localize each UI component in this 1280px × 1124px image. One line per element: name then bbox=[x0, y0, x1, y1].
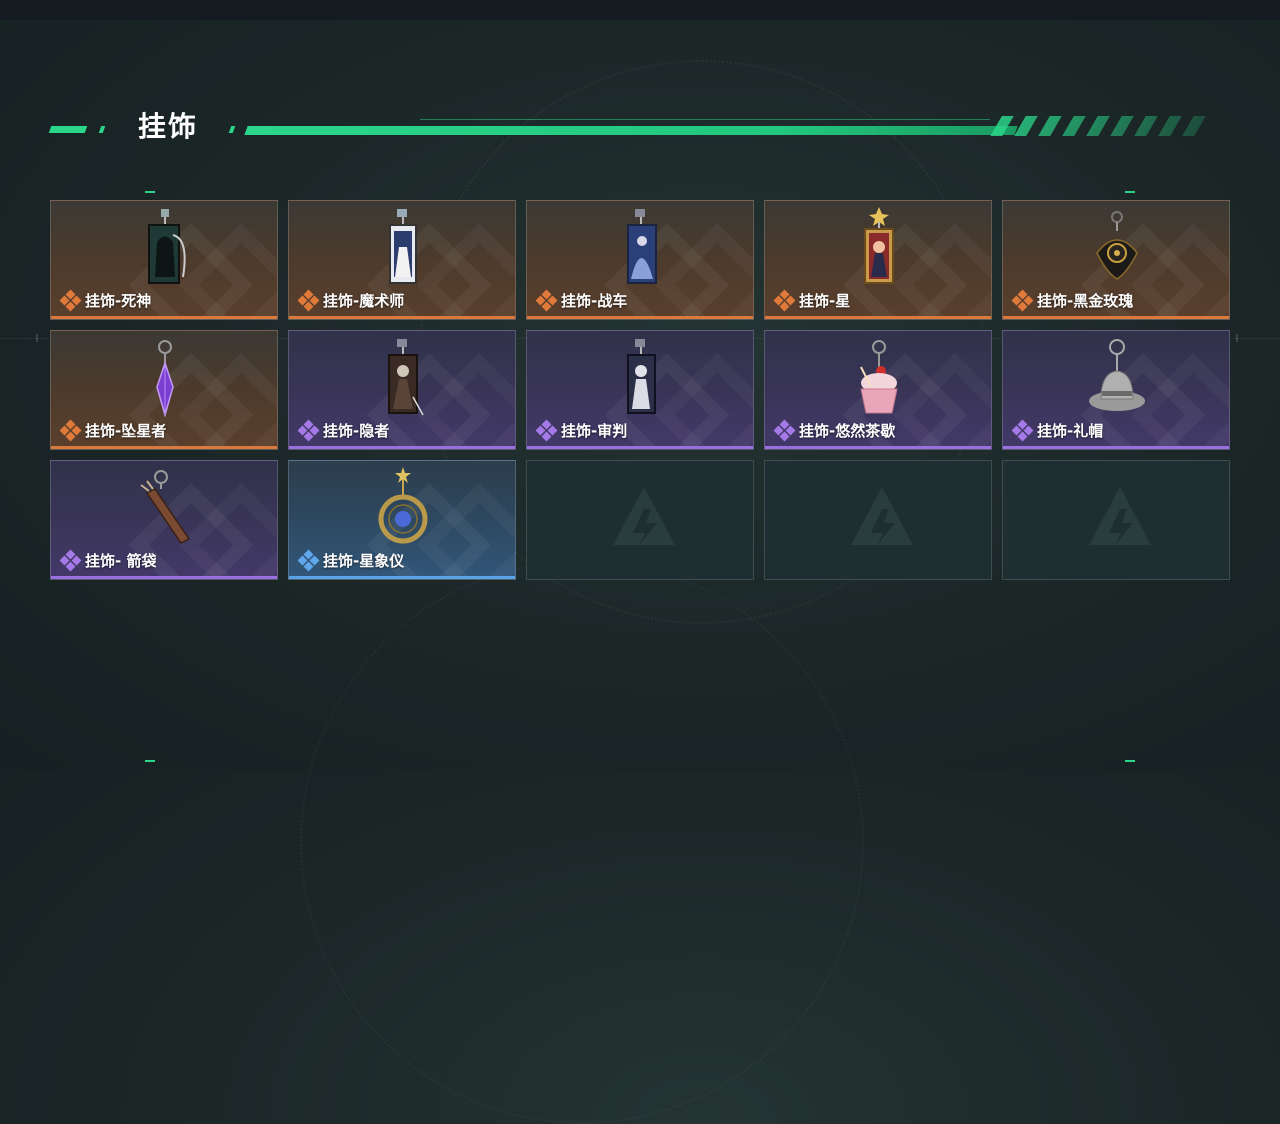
quiver-icon bbox=[140, 470, 191, 544]
edge-marker bbox=[36, 334, 46, 342]
header-thin-line bbox=[420, 119, 990, 120]
empty-slot-logo-icon bbox=[1089, 487, 1151, 545]
rarity-diamond-icon bbox=[59, 549, 82, 571]
charm-label: 挂饰-死神 bbox=[85, 292, 152, 310]
top-bar bbox=[0, 0, 1280, 20]
rarity-underline bbox=[51, 576, 277, 579]
rarity-diamond-icon bbox=[535, 289, 558, 311]
charm-card[interactable]: 挂饰-隐者 bbox=[288, 330, 516, 450]
rarity-diamond-icon bbox=[297, 289, 320, 311]
rarity-underline bbox=[527, 316, 753, 319]
judgement-card-icon bbox=[627, 339, 656, 414]
reaper-card-icon bbox=[148, 209, 186, 284]
rarity-diamond-icon bbox=[773, 419, 796, 441]
rarity-diamond-icon bbox=[59, 289, 82, 311]
astrolabe-icon bbox=[378, 467, 428, 544]
charm-label: 挂饰-黑金玫瑰 bbox=[1037, 292, 1134, 310]
charm-card[interactable]: 挂饰-坠星者 bbox=[50, 330, 278, 450]
charm-card[interactable]: 挂饰-死神 bbox=[50, 200, 278, 320]
section-header: 挂饰 bbox=[48, 108, 1212, 148]
charm-label: 挂饰-隐者 bbox=[323, 422, 390, 440]
edge-marker bbox=[1236, 334, 1246, 342]
corner-tick bbox=[145, 191, 155, 193]
purple-crystal-icon bbox=[156, 340, 174, 417]
header-accent-bar bbox=[228, 126, 236, 133]
rarity-diamond-icon bbox=[1011, 419, 1034, 441]
rarity-diamond-icon bbox=[297, 549, 320, 571]
cupcake-icon bbox=[860, 340, 898, 414]
rarity-underline bbox=[51, 446, 277, 449]
charm-card[interactable]: 挂饰-战车 bbox=[526, 200, 754, 320]
header-checker-pattern bbox=[990, 116, 1212, 136]
charm-label: 挂饰-战车 bbox=[561, 292, 628, 310]
rarity-diamond-icon bbox=[773, 289, 796, 311]
rarity-diamond-icon bbox=[59, 419, 82, 441]
charm-label: 挂饰- 箭袋 bbox=[85, 552, 157, 570]
rarity-underline bbox=[527, 446, 753, 449]
rarity-underline bbox=[765, 316, 991, 319]
corner-tick bbox=[1125, 760, 1135, 762]
empty-slot[interactable] bbox=[764, 460, 992, 580]
rarity-diamond-icon bbox=[1011, 289, 1034, 311]
star-card-icon bbox=[864, 207, 894, 284]
charm-label: 挂饰-悠然茶歇 bbox=[799, 422, 896, 440]
rarity-underline bbox=[289, 576, 515, 579]
charm-card[interactable]: 挂饰-星 bbox=[764, 200, 992, 320]
corner-tick bbox=[145, 760, 155, 762]
empty-slot[interactable] bbox=[1002, 460, 1230, 580]
charm-label: 挂饰-魔术师 bbox=[323, 292, 405, 310]
charm-card[interactable]: 挂饰-礼帽 bbox=[1002, 330, 1230, 450]
rarity-diamond-icon bbox=[535, 419, 558, 441]
empty-slot[interactable] bbox=[526, 460, 754, 580]
charm-label: 挂饰-坠星者 bbox=[85, 422, 167, 440]
rarity-underline bbox=[1003, 446, 1229, 449]
rarity-underline bbox=[51, 316, 277, 319]
page-title: 挂饰 bbox=[138, 110, 199, 143]
rarity-underline bbox=[289, 446, 515, 449]
header-accent-bar bbox=[48, 126, 88, 133]
charm-card[interactable]: 挂饰-魔术师 bbox=[288, 200, 516, 320]
chariot-card-icon bbox=[627, 209, 657, 284]
charm-card[interactable]: 挂饰- 箭袋 bbox=[50, 460, 278, 580]
charm-label: 挂饰-审判 bbox=[561, 422, 628, 440]
header-long-bar bbox=[244, 126, 1018, 135]
fedora-hat-icon bbox=[1089, 339, 1145, 411]
charm-grid: 挂饰-死神 挂饰-魔术师 挂饰-战车 挂饰-星 挂饰-黑金玫瑰 挂饰-坠星者 挂… bbox=[50, 200, 1230, 580]
charm-label: 挂饰-星象仪 bbox=[323, 552, 405, 570]
empty-slot-logo-icon bbox=[613, 487, 675, 545]
charm-card[interactable]: 挂饰-星象仪 bbox=[288, 460, 516, 580]
hermit-card-icon bbox=[388, 339, 424, 416]
empty-slot-logo-icon bbox=[851, 487, 913, 545]
header-accent-bar bbox=[98, 126, 106, 133]
charm-card[interactable]: 挂饰-悠然茶歇 bbox=[764, 330, 992, 450]
rarity-underline bbox=[1003, 316, 1229, 319]
background-dotted-circle bbox=[300, 560, 864, 1124]
rarity-underline bbox=[765, 446, 991, 449]
charm-label: 挂饰-星 bbox=[799, 292, 851, 310]
charm-label: 挂饰-礼帽 bbox=[1037, 422, 1104, 440]
black-gold-rose-icon bbox=[1096, 211, 1138, 280]
corner-tick bbox=[1125, 191, 1135, 193]
charm-card[interactable]: 挂饰-黑金玫瑰 bbox=[1002, 200, 1230, 320]
rarity-underline bbox=[289, 316, 515, 319]
charm-card[interactable]: 挂饰-审判 bbox=[526, 330, 754, 450]
magician-card-icon bbox=[389, 209, 417, 284]
rarity-diamond-icon bbox=[297, 419, 320, 441]
